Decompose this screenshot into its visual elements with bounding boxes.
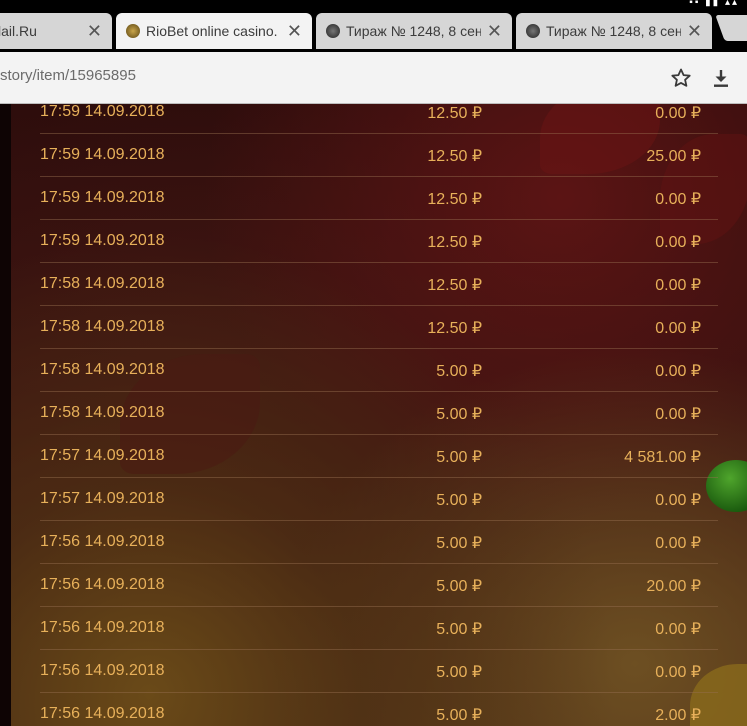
row-bet: 5.00 ₽ bbox=[436, 578, 482, 595]
row-datetime: 17:57 14.09.2018 bbox=[40, 447, 165, 464]
row-win: 0.00 ₽ bbox=[655, 621, 701, 638]
tab-title: RioBet online casino. bbox=[146, 23, 278, 39]
close-icon[interactable]: ✕ bbox=[287, 22, 302, 40]
row-win: 25.00 ₽ bbox=[646, 148, 701, 165]
row-win: 0.00 ₽ bbox=[655, 105, 701, 122]
close-icon[interactable]: ✕ bbox=[87, 22, 102, 40]
row-win: 0.00 ₽ bbox=[655, 363, 701, 380]
close-icon[interactable]: ✕ bbox=[687, 22, 702, 40]
row-win: 0.00 ₽ bbox=[655, 535, 701, 552]
table-row: 17:59 14.09.2018 12.50 ₽ 25.00 ₽ bbox=[40, 134, 718, 177]
tab-mail[interactable]: lail.Ru ✕ bbox=[0, 13, 112, 49]
table-row: 17:58 14.09.2018 5.00 ₽ 0.00 ₽ bbox=[40, 392, 718, 435]
row-datetime: 17:58 14.09.2018 bbox=[40, 275, 165, 292]
close-icon[interactable]: ✕ bbox=[487, 22, 502, 40]
row-win: 0.00 ₽ bbox=[655, 277, 701, 294]
new-tab-button[interactable] bbox=[715, 15, 747, 41]
table-row: 17:57 14.09.2018 5.00 ₽ 4 581.00 ₽ bbox=[40, 435, 718, 478]
page-left-edge bbox=[0, 104, 11, 726]
row-win: 20.00 ₽ bbox=[646, 578, 701, 595]
row-win: 0.00 ₽ bbox=[655, 492, 701, 509]
row-win: 0.00 ₽ bbox=[655, 664, 701, 681]
address-bar-url[interactable]: story/item/15965895 bbox=[0, 66, 136, 86]
row-bet: 12.50 ₽ bbox=[427, 105, 482, 122]
row-bet: 12.50 ₽ bbox=[427, 191, 482, 208]
row-win: 0.00 ₽ bbox=[655, 406, 701, 423]
tab-title: lail.Ru bbox=[0, 23, 37, 39]
row-win: 4 581.00 ₽ bbox=[624, 449, 701, 466]
table-row: 17:58 14.09.2018 12.50 ₽ 0.00 ₽ bbox=[40, 263, 718, 306]
row-datetime: 17:59 14.09.2018 bbox=[40, 232, 165, 249]
flame-favicon-icon bbox=[326, 24, 340, 38]
row-datetime: 17:58 14.09.2018 bbox=[40, 361, 165, 378]
table-row: 17:56 14.09.2018 5.00 ₽ 0.00 ₽ bbox=[40, 521, 718, 564]
flame-favicon-icon bbox=[526, 24, 540, 38]
table-row: 17:57 14.09.2018 5.00 ₽ 0.00 ₽ bbox=[40, 478, 718, 521]
table-row: 17:56 14.09.2018 5.00 ₽ 0.00 ₽ bbox=[40, 650, 718, 693]
row-win: 2.00 ₽ bbox=[655, 707, 701, 724]
row-datetime: 17:56 14.09.2018 bbox=[40, 705, 165, 722]
row-datetime: 17:59 14.09.2018 bbox=[40, 189, 165, 206]
table-row: 17:56 14.09.2018 5.00 ₽ 0.00 ₽ bbox=[40, 607, 718, 650]
row-datetime: 17:58 14.09.2018 bbox=[40, 318, 165, 335]
tab-lottery-1[interactable]: Тираж № 1248, 8 сент ✕ bbox=[316, 13, 512, 49]
row-win: 0.00 ₽ bbox=[655, 234, 701, 251]
status-bar-icons: ▪▪ ▮▮ ▴▴ bbox=[689, 0, 739, 8]
row-bet: 5.00 ₽ bbox=[436, 707, 482, 724]
row-datetime: 17:58 14.09.2018 bbox=[40, 404, 165, 421]
row-bet: 5.00 ₽ bbox=[436, 492, 482, 509]
row-datetime: 17:57 14.09.2018 bbox=[40, 490, 165, 507]
row-bet: 5.00 ₽ bbox=[436, 664, 482, 681]
row-datetime: 17:59 14.09.2018 bbox=[40, 104, 165, 120]
table-row: 17:59 14.09.2018 12.50 ₽ 0.00 ₽ bbox=[40, 104, 718, 134]
row-bet: 5.00 ₽ bbox=[436, 621, 482, 638]
row-bet: 5.00 ₽ bbox=[436, 535, 482, 552]
row-bet: 12.50 ₽ bbox=[427, 148, 482, 165]
table-row: 17:58 14.09.2018 12.50 ₽ 0.00 ₽ bbox=[40, 306, 718, 349]
row-bet: 5.00 ₽ bbox=[436, 363, 482, 380]
table-row: 17:56 14.09.2018 5.00 ₽ 20.00 ₽ bbox=[40, 564, 718, 607]
table-row: 17:58 14.09.2018 5.00 ₽ 0.00 ₽ bbox=[40, 349, 718, 392]
bookmark-star-icon[interactable] bbox=[669, 66, 693, 90]
tab-title: Тираж № 1248, 8 сент bbox=[346, 23, 481, 39]
row-bet: 12.50 ₽ bbox=[427, 234, 482, 251]
download-icon[interactable] bbox=[709, 66, 733, 90]
row-datetime: 17:56 14.09.2018 bbox=[40, 619, 165, 636]
casino-page-background: 17:59 14.09.2018 12.50 ₽ 0.00 ₽ 17:59 14… bbox=[0, 104, 747, 726]
row-win: 0.00 ₽ bbox=[655, 320, 701, 337]
row-bet: 12.50 ₽ bbox=[427, 277, 482, 294]
row-bet: 12.50 ₽ bbox=[427, 320, 482, 337]
bet-history-table: 17:59 14.09.2018 12.50 ₽ 0.00 ₽ 17:59 14… bbox=[40, 104, 718, 726]
riobet-favicon-icon bbox=[126, 24, 140, 38]
tab-lottery-2[interactable]: Тираж № 1248, 8 сент ✕ bbox=[516, 13, 712, 49]
tab-title: Тираж № 1248, 8 сент bbox=[546, 23, 681, 39]
table-row: 17:59 14.09.2018 12.50 ₽ 0.00 ₽ bbox=[40, 220, 718, 263]
table-row: 17:59 14.09.2018 12.50 ₽ 0.00 ₽ bbox=[40, 177, 718, 220]
browser-tab-strip: ▪▪ ▮▮ ▴▴ lail.Ru ✕ RioBet online casino.… bbox=[0, 0, 747, 52]
row-bet: 5.00 ₽ bbox=[436, 449, 482, 466]
row-datetime: 17:56 14.09.2018 bbox=[40, 662, 165, 679]
tab-riobet[interactable]: RioBet online casino. ✕ bbox=[116, 13, 312, 49]
row-bet: 5.00 ₽ bbox=[436, 406, 482, 423]
row-datetime: 17:56 14.09.2018 bbox=[40, 576, 165, 593]
row-datetime: 17:59 14.09.2018 bbox=[40, 146, 165, 163]
row-win: 0.00 ₽ bbox=[655, 191, 701, 208]
table-row: 17:56 14.09.2018 5.00 ₽ 2.00 ₽ bbox=[40, 693, 718, 726]
row-datetime: 17:56 14.09.2018 bbox=[40, 533, 165, 550]
